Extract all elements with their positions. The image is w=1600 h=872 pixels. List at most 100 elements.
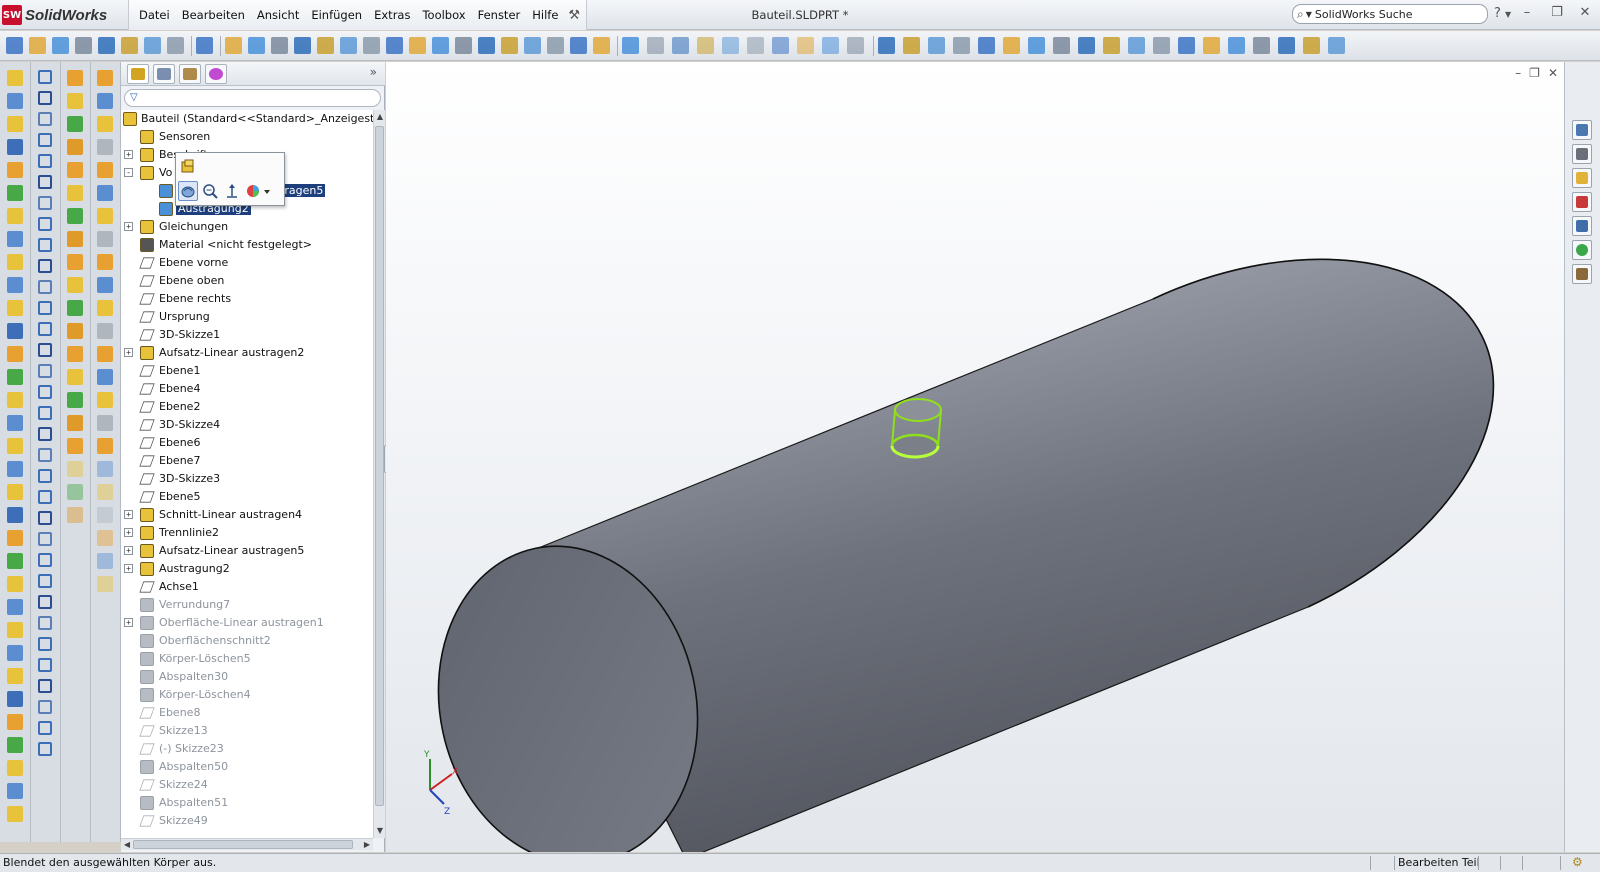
scroll-up-icon[interactable]: ▲ xyxy=(374,110,386,124)
feature-tool-icon[interactable] xyxy=(7,70,23,86)
surface-tool-icon[interactable] xyxy=(67,438,83,454)
redo-icon[interactable] xyxy=(167,37,184,54)
body-properties-button[interactable] xyxy=(178,157,198,177)
appearance-button[interactable] xyxy=(244,181,274,201)
new-document-icon[interactable] xyxy=(6,37,23,54)
trim-icon[interactable] xyxy=(722,37,739,54)
measure-icon[interactable] xyxy=(1178,37,1195,54)
feature-tool-icon[interactable] xyxy=(7,737,23,753)
menu-ansicht[interactable]: Ansicht xyxy=(251,8,305,22)
scroll-right-icon[interactable]: ▶ xyxy=(361,839,373,851)
feature-tool-icon[interactable] xyxy=(7,783,23,799)
surface-tool-icon[interactable] xyxy=(67,300,83,316)
tree-item[interactable]: Körper-Löschen4 xyxy=(121,686,373,704)
sketch-tool-icon[interactable] xyxy=(38,532,52,546)
sketch-tool-icon[interactable] xyxy=(38,259,52,273)
weldment-tool-icon[interactable] xyxy=(97,484,113,500)
weldment-tool-icon[interactable] xyxy=(97,231,113,247)
menu-einfuegen[interactable]: Einfügen xyxy=(305,8,368,22)
save-icon[interactable] xyxy=(52,37,69,54)
options-icon[interactable] xyxy=(121,37,138,54)
sketch-tool-icon[interactable] xyxy=(38,406,52,420)
sketch-tool-icon[interactable] xyxy=(38,448,52,462)
sketch-tool-icon[interactable] xyxy=(38,574,52,588)
surface-tool-icon[interactable] xyxy=(67,507,83,523)
mirror-icon[interactable] xyxy=(697,37,714,54)
top-view-icon[interactable] xyxy=(294,37,311,54)
tree-item[interactable]: Abspalten30 xyxy=(121,668,373,686)
custom-properties-button[interactable] xyxy=(1572,264,1592,284)
tree-item[interactable]: Skizze24 xyxy=(121,776,373,794)
mirror-feature-icon[interactable] xyxy=(1103,37,1120,54)
menu-extras[interactable]: Extras xyxy=(368,8,416,22)
sketch-tool-icon[interactable] xyxy=(38,364,52,378)
weldment-tool-icon[interactable] xyxy=(97,185,113,201)
tree-item[interactable]: + Aufsatz-Linear austragen2 xyxy=(121,344,373,362)
tree-item[interactable]: + Gleichungen xyxy=(121,218,373,236)
surface-tool-icon[interactable] xyxy=(67,139,83,155)
weldment-tool-icon[interactable] xyxy=(97,576,113,592)
collapse-panel-icon[interactable]: » xyxy=(370,65,377,79)
sketch-tool-icon[interactable] xyxy=(38,217,52,231)
appearances-button[interactable] xyxy=(1572,240,1592,260)
expand-icon[interactable]: + xyxy=(124,528,133,537)
menu-datei[interactable]: Datei xyxy=(133,8,176,22)
perspective-icon[interactable] xyxy=(547,37,564,54)
expand-icon[interactable]: + xyxy=(124,510,133,519)
feature-tool-icon[interactable] xyxy=(7,530,23,546)
tree-item[interactable]: Ursprung xyxy=(121,308,373,326)
zoom-area-icon[interactable] xyxy=(409,37,426,54)
tab-featuremanager[interactable] xyxy=(127,64,149,84)
curves-icon[interactable] xyxy=(1128,37,1145,54)
tree-item[interactable]: + Schnitt-Linear austragen4 xyxy=(121,506,373,524)
sketch-tool-icon[interactable] xyxy=(38,385,52,399)
weldment-tool-icon[interactable] xyxy=(97,392,113,408)
feature-tool-icon[interactable] xyxy=(7,484,23,500)
sketch-tool-icon[interactable] xyxy=(38,679,52,693)
shell-icon[interactable] xyxy=(978,37,995,54)
scene-icon[interactable] xyxy=(593,37,610,54)
surface-tool-icon[interactable] xyxy=(67,392,83,408)
check-icon[interactable] xyxy=(1253,37,1270,54)
relations-icon[interactable] xyxy=(672,37,689,54)
menu-fenster[interactable]: Fenster xyxy=(472,8,527,22)
tree-vertical-scrollbar[interactable]: ▲ ▼ xyxy=(373,110,385,838)
tree-item[interactable]: 3D-Skizze3 xyxy=(121,470,373,488)
surface-tool-icon[interactable] xyxy=(67,461,83,477)
feature-tool-icon[interactable] xyxy=(7,392,23,408)
weldment-tool-icon[interactable] xyxy=(97,507,113,523)
feature-tool-icon[interactable] xyxy=(7,415,23,431)
snap-icon[interactable] xyxy=(822,37,839,54)
feature-tool-icon[interactable] xyxy=(7,668,23,684)
feature-tool-icon[interactable] xyxy=(7,760,23,776)
normal-to-button[interactable] xyxy=(222,181,242,201)
tree-item[interactable]: Oberflächenschnitt2 xyxy=(121,632,373,650)
smart-dimension-icon[interactable] xyxy=(647,37,664,54)
collapse-icon[interactable]: - xyxy=(124,168,133,177)
tree-item[interactable]: + Austragung2 xyxy=(121,560,373,578)
tree-item[interactable]: + Aufsatz-Linear austragen5 xyxy=(121,542,373,560)
boss-icon[interactable] xyxy=(878,37,895,54)
tree-item[interactable]: 3D-Skizze1 xyxy=(121,326,373,344)
feature-tool-icon[interactable] xyxy=(7,806,23,822)
feature-tool-icon[interactable] xyxy=(7,461,23,477)
simulation-icon[interactable] xyxy=(1303,37,1320,54)
render-icon[interactable] xyxy=(1328,37,1345,54)
feature-tool-icon[interactable] xyxy=(7,116,23,132)
tab-propertymanager[interactable] xyxy=(153,64,175,84)
tree-item[interactable]: + Oberfläche-Linear austragen1 xyxy=(121,614,373,632)
front-view-icon[interactable] xyxy=(271,37,288,54)
weldment-tool-icon[interactable] xyxy=(97,208,113,224)
view-palette-button[interactable] xyxy=(1572,216,1592,236)
convert-icon[interactable] xyxy=(772,37,789,54)
zoom-to-selection-button[interactable] xyxy=(200,181,220,201)
sketch-tool-icon[interactable] xyxy=(38,196,52,210)
wireframe-icon[interactable] xyxy=(501,37,518,54)
feature-tool-icon[interactable] xyxy=(7,599,23,615)
sketch-tool-icon[interactable] xyxy=(38,511,52,525)
surface-tool-icon[interactable] xyxy=(67,346,83,362)
menu-toolbox[interactable]: Toolbox xyxy=(416,8,471,22)
pan-icon[interactable] xyxy=(432,37,449,54)
search-input[interactable]: ⌕ ▼ SolidWorks Suche xyxy=(1292,4,1488,24)
view-orientation-icon[interactable] xyxy=(248,37,265,54)
